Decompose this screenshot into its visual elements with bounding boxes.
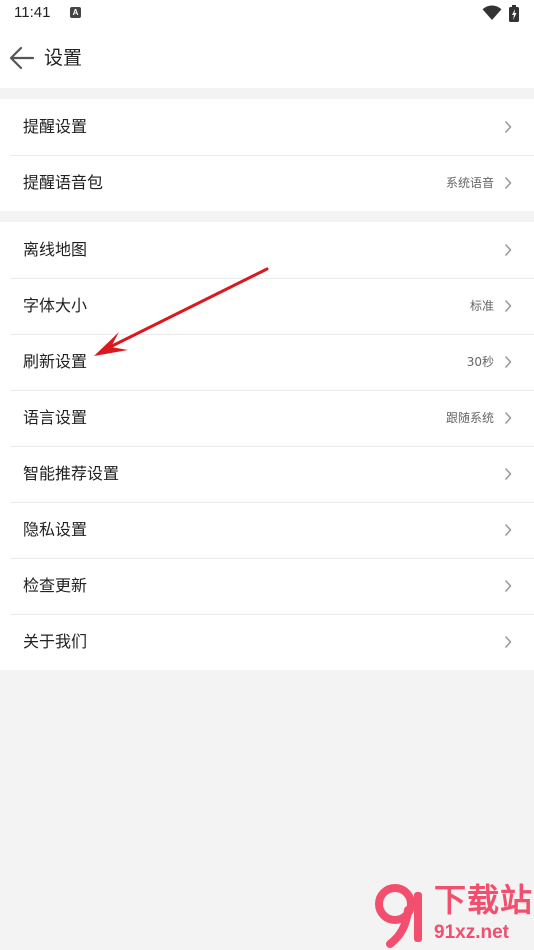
settings-row-smart-recommend[interactable]: 智能推荐设置 bbox=[0, 446, 534, 502]
chevron-right-icon bbox=[504, 523, 512, 537]
chevron-right-icon bbox=[504, 411, 512, 425]
chevron-right-icon bbox=[504, 120, 512, 134]
chevron-right-icon bbox=[504, 243, 512, 257]
row-label: 关于我们 bbox=[23, 632, 88, 651]
row-label: 刷新设置 bbox=[23, 352, 88, 371]
settings-row-reminder[interactable]: 提醒设置 bbox=[0, 99, 534, 155]
chevron-right-icon bbox=[504, 579, 512, 593]
settings-row-check-update[interactable]: 检查更新 bbox=[0, 558, 534, 614]
site-watermark: 下载站 91xz.net bbox=[360, 880, 534, 950]
settings-row-privacy[interactable]: 隐私设置 bbox=[0, 502, 534, 558]
row-label: 语言设置 bbox=[23, 408, 88, 427]
back-button[interactable] bbox=[6, 42, 38, 74]
row-value: 30秒 bbox=[466, 355, 494, 369]
row-label: 提醒设置 bbox=[23, 117, 88, 136]
settings-group-reminders: 提醒设置 提醒语音包 系统语音 bbox=[0, 99, 534, 211]
row-label: 隐私设置 bbox=[23, 520, 88, 539]
row-label: 检查更新 bbox=[23, 576, 88, 595]
settings-group-general: 离线地图 字体大小 标准 刷新设置 30秒 语言设置 跟随系统 智能推荐设置 隐… bbox=[0, 222, 534, 670]
settings-row-offline-map[interactable]: 离线地图 bbox=[0, 222, 534, 278]
watermark-text: 下载站 bbox=[434, 881, 534, 919]
status-time: 11:41 bbox=[14, 4, 51, 21]
arrow-left-icon bbox=[9, 46, 35, 70]
settings-row-refresh[interactable]: 刷新设置 30秒 bbox=[0, 334, 534, 390]
status-bar: 11:41 A bbox=[0, 0, 534, 28]
row-label: 提醒语音包 bbox=[23, 173, 104, 192]
row-label: 智能推荐设置 bbox=[23, 464, 120, 483]
watermark-logo-icon bbox=[375, 884, 422, 948]
settings-row-about[interactable]: 关于我们 bbox=[0, 614, 534, 670]
chevron-right-icon bbox=[504, 635, 512, 649]
battery-icon bbox=[509, 5, 519, 22]
watermark-url: 91xz.net bbox=[434, 922, 509, 943]
settings-row-language[interactable]: 语言设置 跟随系统 bbox=[0, 390, 534, 446]
chevron-right-icon bbox=[504, 355, 512, 369]
settings-row-voice-pack[interactable]: 提醒语音包 系统语音 bbox=[0, 155, 534, 211]
chevron-right-icon bbox=[504, 467, 512, 481]
settings-row-font-size[interactable]: 字体大小 标准 bbox=[0, 278, 534, 334]
chevron-right-icon bbox=[504, 176, 512, 190]
chevron-right-icon bbox=[504, 299, 512, 313]
row-label: 字体大小 bbox=[23, 296, 88, 315]
row-value: 标准 bbox=[469, 299, 494, 313]
app-header: 设置 bbox=[0, 28, 534, 88]
wifi-icon bbox=[482, 5, 502, 21]
row-value: 跟随系统 bbox=[445, 411, 494, 425]
row-value: 系统语音 bbox=[445, 176, 494, 190]
row-label: 离线地图 bbox=[23, 240, 88, 259]
notification-icon: A bbox=[70, 7, 81, 18]
page-title: 设置 bbox=[44, 47, 83, 69]
